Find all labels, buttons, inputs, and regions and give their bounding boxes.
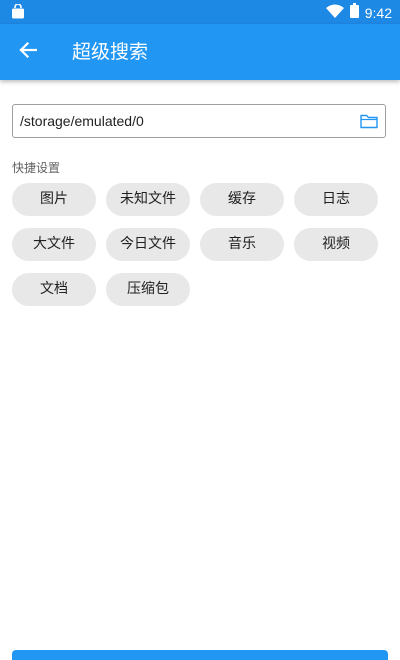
app-bar: 超级搜索 [0,24,400,80]
status-time: 9:42 [364,4,392,21]
path-field [12,104,386,138]
status-bar: 9:42 [0,0,400,24]
chip-unknown-files[interactable]: 未知文件 [106,183,190,216]
chip-logs[interactable]: 日志 [294,183,378,216]
chip-cache[interactable]: 缓存 [200,183,284,216]
chip-videos[interactable]: 视频 [294,228,378,261]
folder-icon[interactable] [360,113,378,129]
status-indicators: 9:42 [325,3,392,22]
chip-large-files[interactable]: 大文件 [12,228,96,261]
search-button[interactable] [12,650,388,660]
page-title: 超级搜索 [72,41,149,63]
arrow-left-icon [19,41,38,63]
battery-icon [349,3,359,22]
quick-settings-label: 快捷设置 [12,161,61,175]
shopping-bag-icon [11,3,25,23]
chip-music[interactable]: 音乐 [200,228,284,261]
chip-documents[interactable]: 文档 [12,273,96,306]
chip-archives[interactable]: 压缩包 [106,273,190,306]
back-button[interactable] [8,32,48,72]
chip-images[interactable]: 图片 [12,183,96,216]
path-input[interactable] [13,105,353,137]
chip-today-files[interactable]: 今日文件 [106,228,190,261]
wifi-icon [325,3,344,22]
